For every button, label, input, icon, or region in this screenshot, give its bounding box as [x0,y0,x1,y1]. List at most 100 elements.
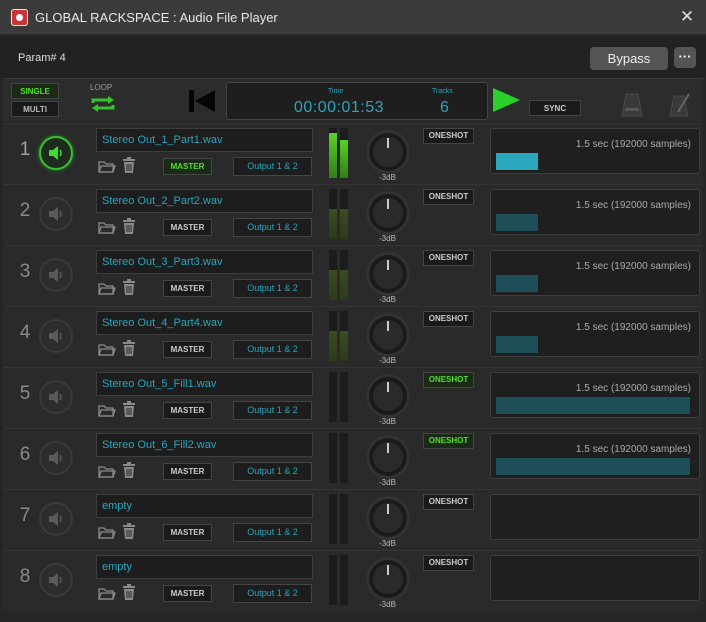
speaker-button[interactable] [39,380,73,414]
close-icon[interactable]: ✕ [676,6,698,28]
master-button[interactable]: MASTER [163,341,212,358]
speaker-button[interactable] [39,258,73,292]
file-name-field[interactable]: Stereo Out_4_Part4.wav [96,311,313,335]
folder-icon[interactable] [98,525,116,539]
trash-icon[interactable] [122,523,136,540]
oneshot-button[interactable]: ONESHOT [423,433,474,449]
bypass-button[interactable]: Bypass [590,47,668,70]
sample-info: 1.5 sec (192000 samples) [575,444,691,455]
speaker-icon [49,451,62,465]
master-button[interactable]: MASTER [163,219,212,236]
play-icon[interactable] [490,86,522,114]
oneshot-button[interactable]: ONESHOT [423,311,474,327]
waveform-display[interactable]: 1.5 sec (192000 samples) [490,128,700,174]
output-select[interactable]: Output 1 & 2 [233,401,312,420]
loop-icon[interactable] [90,95,116,113]
volume-knob[interactable] [366,130,410,174]
speaker-button[interactable] [39,502,73,536]
volume-knob[interactable] [366,374,410,418]
output-select[interactable]: Output 1 & 2 [233,340,312,359]
trash-icon[interactable] [122,157,136,174]
master-button[interactable]: MASTER [163,585,212,602]
waveform-display[interactable] [490,555,700,601]
file-name-field[interactable]: Stereo Out_1_Part1.wav [96,128,313,152]
multi-mode-button[interactable]: MULTI [11,101,59,117]
volume-db-label: -3dB [379,600,396,609]
folder-icon[interactable] [98,403,116,417]
file-name-field[interactable]: empty [96,494,313,518]
trash-icon[interactable] [122,218,136,235]
track-number: 8 [19,566,31,587]
waveform-display[interactable]: 1.5 sec (192000 samples) [490,433,700,479]
track-row: 5 Stereo Out_5_Fill1.wav MASTER Output 1… [3,367,703,428]
meter-right [340,250,348,300]
oneshot-button[interactable]: ONESHOT [423,128,474,144]
volume-knob[interactable] [366,496,410,540]
output-select[interactable]: Output 1 & 2 [233,157,312,176]
folder-icon[interactable] [98,586,116,600]
level-meter [329,555,349,605]
output-select[interactable]: Output 1 & 2 [233,462,312,481]
more-options-button[interactable]: ··· [674,47,696,68]
trash-icon[interactable] [122,340,136,357]
track-row: 1 Stereo Out_1_Part1.wav MASTER Output 1… [3,123,703,184]
param-label: Param# 4 [18,52,66,64]
meter-right [340,128,348,178]
master-button[interactable]: MASTER [163,463,212,480]
file-name-field[interactable]: Stereo Out_5_Fill1.wav [96,372,313,396]
output-select[interactable]: Output 1 & 2 [233,523,312,542]
trash-icon[interactable] [122,584,136,601]
folder-icon[interactable] [98,220,116,234]
oneshot-button[interactable]: ONESHOT [423,250,474,266]
oneshot-button[interactable]: ONESHOT [423,494,474,510]
volume-knob[interactable] [366,557,410,601]
waveform-display[interactable]: 1.5 sec (192000 samples) [490,250,700,296]
oneshot-button[interactable]: ONESHOT [423,555,474,571]
volume-knob[interactable] [366,252,410,296]
volume-knob[interactable] [366,191,410,235]
speaker-button[interactable] [39,319,73,353]
metronome-icon[interactable] [619,92,645,118]
sync-button[interactable]: SYNC [529,100,581,116]
folder-icon[interactable] [98,464,116,478]
output-select[interactable]: Output 1 & 2 [233,279,312,298]
speaker-button[interactable] [39,563,73,597]
file-name-field[interactable]: Stereo Out_6_Fill2.wav [96,433,313,457]
waveform-display[interactable]: 1.5 sec (192000 samples) [490,372,700,418]
volume-knob[interactable] [366,313,410,357]
folder-icon[interactable] [98,281,116,295]
oneshot-button[interactable]: ONESHOT [423,189,474,205]
master-button[interactable]: MASTER [163,280,212,297]
tracks-label: Tracks [432,88,453,95]
trash-icon[interactable] [122,279,136,296]
master-button[interactable]: MASTER [163,524,212,541]
file-name-field[interactable]: empty [96,555,313,579]
waveform-display[interactable] [490,494,700,540]
output-select[interactable]: Output 1 & 2 [233,584,312,603]
volume-db-label: -3dB [379,539,396,548]
waveform-display[interactable]: 1.5 sec (192000 samples) [490,189,700,235]
file-name-field[interactable]: Stereo Out_3_Part3.wav [96,250,313,274]
previous-icon[interactable] [187,88,217,114]
speaker-button[interactable] [39,441,73,475]
master-button[interactable]: MASTER [163,158,212,175]
folder-icon[interactable] [98,342,116,356]
volume-knob[interactable] [366,435,410,479]
metronome-icon[interactable] [667,92,693,118]
folder-icon[interactable] [98,159,116,173]
trash-icon[interactable] [122,462,136,479]
master-button[interactable]: MASTER [163,402,212,419]
time-display: Time 00:00:01:53 Tracks 6 [226,82,488,120]
track-number: 3 [19,261,31,282]
waveform-display[interactable]: 1.5 sec (192000 samples) [490,311,700,357]
meter-right [340,189,348,239]
playback-progress [496,458,690,475]
trash-icon[interactable] [122,401,136,418]
oneshot-button[interactable]: ONESHOT [423,372,474,388]
output-select[interactable]: Output 1 & 2 [233,218,312,237]
speaker-button[interactable] [39,136,73,170]
file-name-field[interactable]: Stereo Out_2_Part2.wav [96,189,313,213]
speaker-button[interactable] [39,197,73,231]
level-meter [329,250,349,300]
single-mode-button[interactable]: SINGLE [11,83,59,99]
